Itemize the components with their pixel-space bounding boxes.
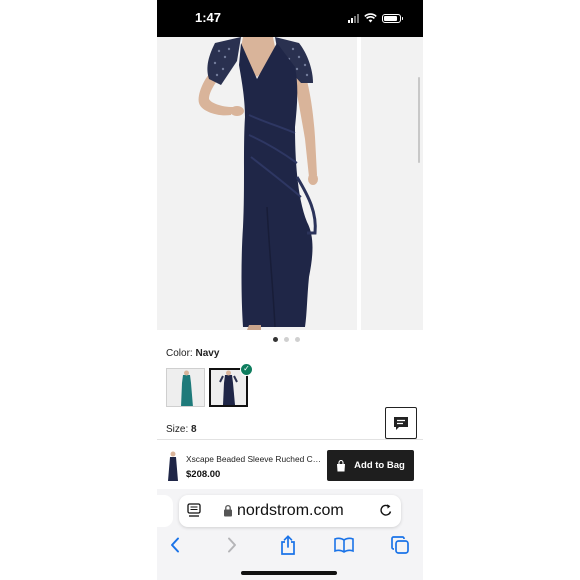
teal-gown-thumbnail bbox=[167, 369, 204, 406]
navy-gown-thumbnail bbox=[211, 370, 246, 405]
add-to-bag-bar: Xscape Beaded Sleeve Ruched Column Gown … bbox=[157, 439, 423, 489]
chevron-right-icon bbox=[228, 537, 236, 553]
signal-icon bbox=[348, 13, 359, 23]
share-icon bbox=[281, 535, 295, 555]
book-icon bbox=[334, 537, 354, 553]
reader-mode-icon[interactable] bbox=[187, 503, 201, 518]
color-swatch-teal[interactable] bbox=[166, 368, 205, 407]
chat-button[interactable] bbox=[385, 407, 417, 439]
pagination-dot[interactable] bbox=[295, 337, 300, 342]
product-thumbnail bbox=[168, 451, 178, 481]
gallery-pagination-dots bbox=[273, 337, 300, 342]
selected-check-icon: ✓ bbox=[240, 363, 253, 376]
add-to-bag-button[interactable]: Add to Bag bbox=[327, 450, 414, 481]
size-label: Size: bbox=[166, 424, 189, 435]
previous-tab-peek[interactable] bbox=[157, 495, 173, 527]
safari-browser-chrome: nordstrom.com bbox=[157, 489, 423, 580]
product-name: Xscape Beaded Sleeve Ruched Column Gown bbox=[186, 454, 323, 464]
chevron-left-icon bbox=[171, 537, 179, 553]
size-selection-label: Size: 8 bbox=[166, 424, 197, 435]
back-button[interactable] bbox=[163, 533, 187, 557]
status-time: 1:47 bbox=[195, 10, 222, 25]
url-text: nordstrom.com bbox=[237, 502, 344, 519]
lock-icon bbox=[224, 504, 232, 517]
status-icons bbox=[348, 12, 403, 24]
tabs-icon bbox=[391, 536, 409, 554]
color-selection-label: Color: Navy bbox=[166, 348, 219, 359]
phone-screen: 1:47 Color: Navy ✓ Size: 8 Xscape Beaded… bbox=[157, 0, 423, 580]
home-indicator bbox=[241, 571, 337, 575]
color-label: Color: bbox=[166, 348, 193, 359]
reload-icon[interactable] bbox=[379, 503, 393, 518]
browser-toolbar bbox=[157, 533, 423, 557]
address-bar[interactable]: nordstrom.com bbox=[179, 495, 401, 527]
wifi-icon bbox=[364, 13, 377, 23]
bookmarks-button[interactable] bbox=[332, 533, 356, 557]
model-navy-gown-illustration bbox=[198, 37, 318, 330]
product-image-gallery[interactable] bbox=[157, 37, 423, 330]
next-product-photo[interactable] bbox=[361, 37, 423, 330]
chat-bubble-icon bbox=[394, 416, 408, 430]
product-price: $208.00 bbox=[186, 469, 221, 480]
color-value: Navy bbox=[195, 348, 220, 359]
add-to-bag-label: Add to Bag bbox=[354, 460, 405, 471]
pagination-dot[interactable] bbox=[273, 337, 278, 342]
forward-button[interactable] bbox=[220, 533, 244, 557]
battery-icon bbox=[382, 13, 403, 23]
gallery-scrollbar bbox=[418, 77, 420, 163]
size-value: 8 bbox=[191, 424, 197, 435]
share-button[interactable] bbox=[276, 533, 300, 557]
product-photo[interactable] bbox=[157, 37, 357, 330]
pagination-dot[interactable] bbox=[284, 337, 289, 342]
status-bar: 1:47 bbox=[157, 0, 423, 37]
tabs-button[interactable] bbox=[388, 533, 412, 557]
shopping-bag-icon bbox=[337, 459, 346, 471]
